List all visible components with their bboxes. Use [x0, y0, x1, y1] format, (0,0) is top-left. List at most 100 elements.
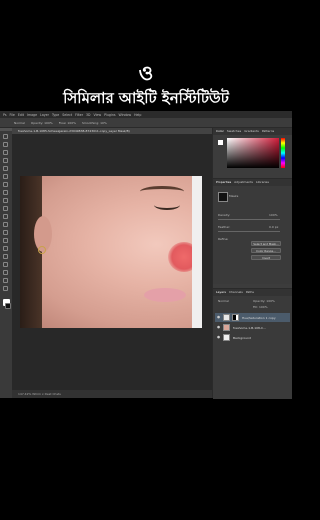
zoom-tool-icon[interactable]: [3, 286, 8, 291]
menu-ps[interactable]: Ps: [3, 113, 7, 117]
tab-paths[interactable]: Paths: [246, 290, 254, 295]
menu-layer[interactable]: Layer: [40, 113, 49, 117]
eyedropper-tool-icon[interactable]: [3, 174, 8, 179]
tools-panel: [0, 131, 12, 398]
invert-button[interactable]: Invert: [251, 255, 281, 260]
layer-opacity-field[interactable]: Opacity: 100%: [253, 299, 275, 303]
brand-header: ও সিমিলার আইটি ইনস্টিটিউট: [0, 62, 292, 108]
tab-color[interactable]: Color: [216, 129, 224, 134]
foreground-swatch[interactable]: [218, 140, 223, 145]
menu-plugins[interactable]: Plugins: [104, 113, 115, 117]
document-tab[interactable]: freshome-1-B-1085-Schweigerein-23049838-…: [12, 128, 212, 134]
photo-lips: [144, 288, 186, 302]
density-slider[interactable]: [218, 219, 280, 220]
layer-row[interactable]: ● freshome-1-B-108-C...: [215, 323, 290, 332]
layer-name: freshome-1-B-108-C...: [233, 326, 267, 330]
photo-earring: [38, 246, 46, 254]
background-color-swatch[interactable]: [5, 303, 11, 309]
menu-bar: Ps File Edit Image Layer Type Select Fil…: [0, 111, 292, 118]
brand-title: সিমিলার আইটি ইনস্টিটিউট: [63, 89, 229, 107]
density-label: Density:: [218, 213, 231, 217]
photo-background: [192, 176, 202, 328]
pen-tool-icon[interactable]: [3, 246, 8, 251]
color-range-button[interactable]: Color Range...: [251, 248, 281, 253]
eraser-tool-icon[interactable]: [3, 214, 8, 219]
opacity-field[interactable]: Opacity: 100%: [31, 121, 53, 125]
layer-row[interactable]: ● Hue/Saturation 1 copy: [215, 313, 290, 322]
hue-slider[interactable]: [281, 138, 285, 168]
menu-window[interactable]: Window: [119, 113, 132, 117]
tab-properties[interactable]: Properties: [216, 180, 231, 185]
options-bar: Normal Opacity: 100% Flow: 100% Smoothin…: [0, 118, 292, 128]
lasso-tool-icon[interactable]: [3, 150, 8, 155]
layer-thumbnail: [223, 334, 230, 341]
photo-eyebrow: [140, 186, 184, 197]
menu-select[interactable]: Select: [62, 113, 72, 117]
feather-value[interactable]: 0.0 px: [269, 225, 278, 229]
type-tool-icon[interactable]: [3, 254, 8, 259]
layers-panel: Layers Channels Paths Normal Opacity: 10…: [213, 288, 292, 399]
select-and-mask-button[interactable]: Select and Mask...: [251, 241, 281, 246]
document-area: freshome-1-B-1085-Schweigerein-23049838-…: [12, 128, 212, 398]
visibility-eye-icon[interactable]: ●: [217, 335, 220, 339]
tab-channels[interactable]: Channels: [229, 290, 243, 295]
menu-edit[interactable]: Edit: [18, 113, 24, 117]
feather-slider[interactable]: [218, 231, 280, 232]
blur-tool-icon[interactable]: [3, 230, 8, 235]
flow-field[interactable]: Flow: 100%: [59, 121, 76, 125]
marquee-tool-icon[interactable]: [3, 142, 8, 147]
path-select-tool-icon[interactable]: [3, 262, 8, 267]
layers-panel-tabs: Layers Channels Paths: [213, 289, 292, 296]
canvas-photo[interactable]: [20, 176, 202, 328]
clone-stamp-tool-icon[interactable]: [3, 198, 8, 203]
tab-layers[interactable]: Layers: [216, 290, 226, 295]
menu-view[interactable]: View: [94, 113, 102, 117]
blend-mode-select[interactable]: Normal: [14, 121, 25, 125]
tab-adjustments[interactable]: Adjustments: [234, 180, 253, 185]
gradient-tool-icon[interactable]: [3, 222, 8, 227]
healing-brush-tool-icon[interactable]: [3, 182, 8, 187]
brand-logo: ও: [138, 61, 154, 85]
right-panels: Color Swatches Gradients Patterns Proper…: [212, 128, 292, 399]
visibility-eye-icon[interactable]: ●: [217, 325, 220, 329]
tab-patterns[interactable]: Patterns: [262, 129, 274, 134]
document-tab-title: freshome-1-B-1085-Schweigerein-23049838-…: [18, 129, 130, 133]
tab-libraries[interactable]: Libraries: [256, 180, 269, 185]
layer-mask-thumbnail[interactable]: [232, 314, 239, 321]
history-brush-tool-icon[interactable]: [3, 206, 8, 211]
color-panel-tabs: Color Swatches Gradients Patterns: [213, 128, 292, 135]
shape-tool-icon[interactable]: [3, 270, 8, 275]
layer-name: Hue/Saturation 1 copy: [242, 316, 276, 320]
quick-select-tool-icon[interactable]: [3, 158, 8, 163]
menu-type[interactable]: Type: [52, 113, 59, 117]
layer-row[interactable]: ● Background: [215, 333, 290, 342]
properties-panel-tabs: Properties Adjustments Libraries: [213, 179, 292, 186]
smoothing-field[interactable]: Smoothing: 10%: [82, 121, 107, 125]
feather-label: Feather:: [218, 225, 231, 229]
status-text: 147.42% Whim x Dest Chsts: [18, 392, 61, 396]
menu-file[interactable]: File: [10, 113, 15, 117]
layer-name: Background: [233, 336, 251, 340]
menu-help[interactable]: Help: [134, 113, 141, 117]
hand-tool-icon[interactable]: [3, 278, 8, 283]
layer-thumbnail: [223, 314, 230, 321]
brush-tool-icon[interactable]: [3, 190, 8, 195]
density-value[interactable]: 100%: [269, 213, 278, 217]
menu-image[interactable]: Image: [27, 113, 37, 117]
crop-tool-icon[interactable]: [3, 166, 8, 171]
mask-thumbnail: [218, 192, 228, 202]
tab-gradients[interactable]: Gradients: [244, 129, 259, 134]
move-tool-icon[interactable]: [3, 134, 8, 139]
layer-thumbnail: [223, 324, 230, 331]
menu-3d[interactable]: 3D: [86, 113, 90, 117]
tab-swatches[interactable]: Swatches: [227, 129, 241, 134]
layer-fill-field[interactable]: Fill: 100%: [253, 305, 268, 309]
menu-filter[interactable]: Filter: [75, 113, 83, 117]
visibility-eye-icon[interactable]: ●: [217, 315, 220, 319]
layer-blend-select[interactable]: Normal: [218, 299, 229, 303]
refine-label: Refine:: [218, 237, 229, 241]
photoshop-window: Ps File Edit Image Layer Type Select Fil…: [0, 111, 292, 399]
photo-eye: [154, 200, 180, 210]
dodge-tool-icon[interactable]: [3, 238, 8, 243]
color-picker-field[interactable]: [227, 138, 279, 168]
